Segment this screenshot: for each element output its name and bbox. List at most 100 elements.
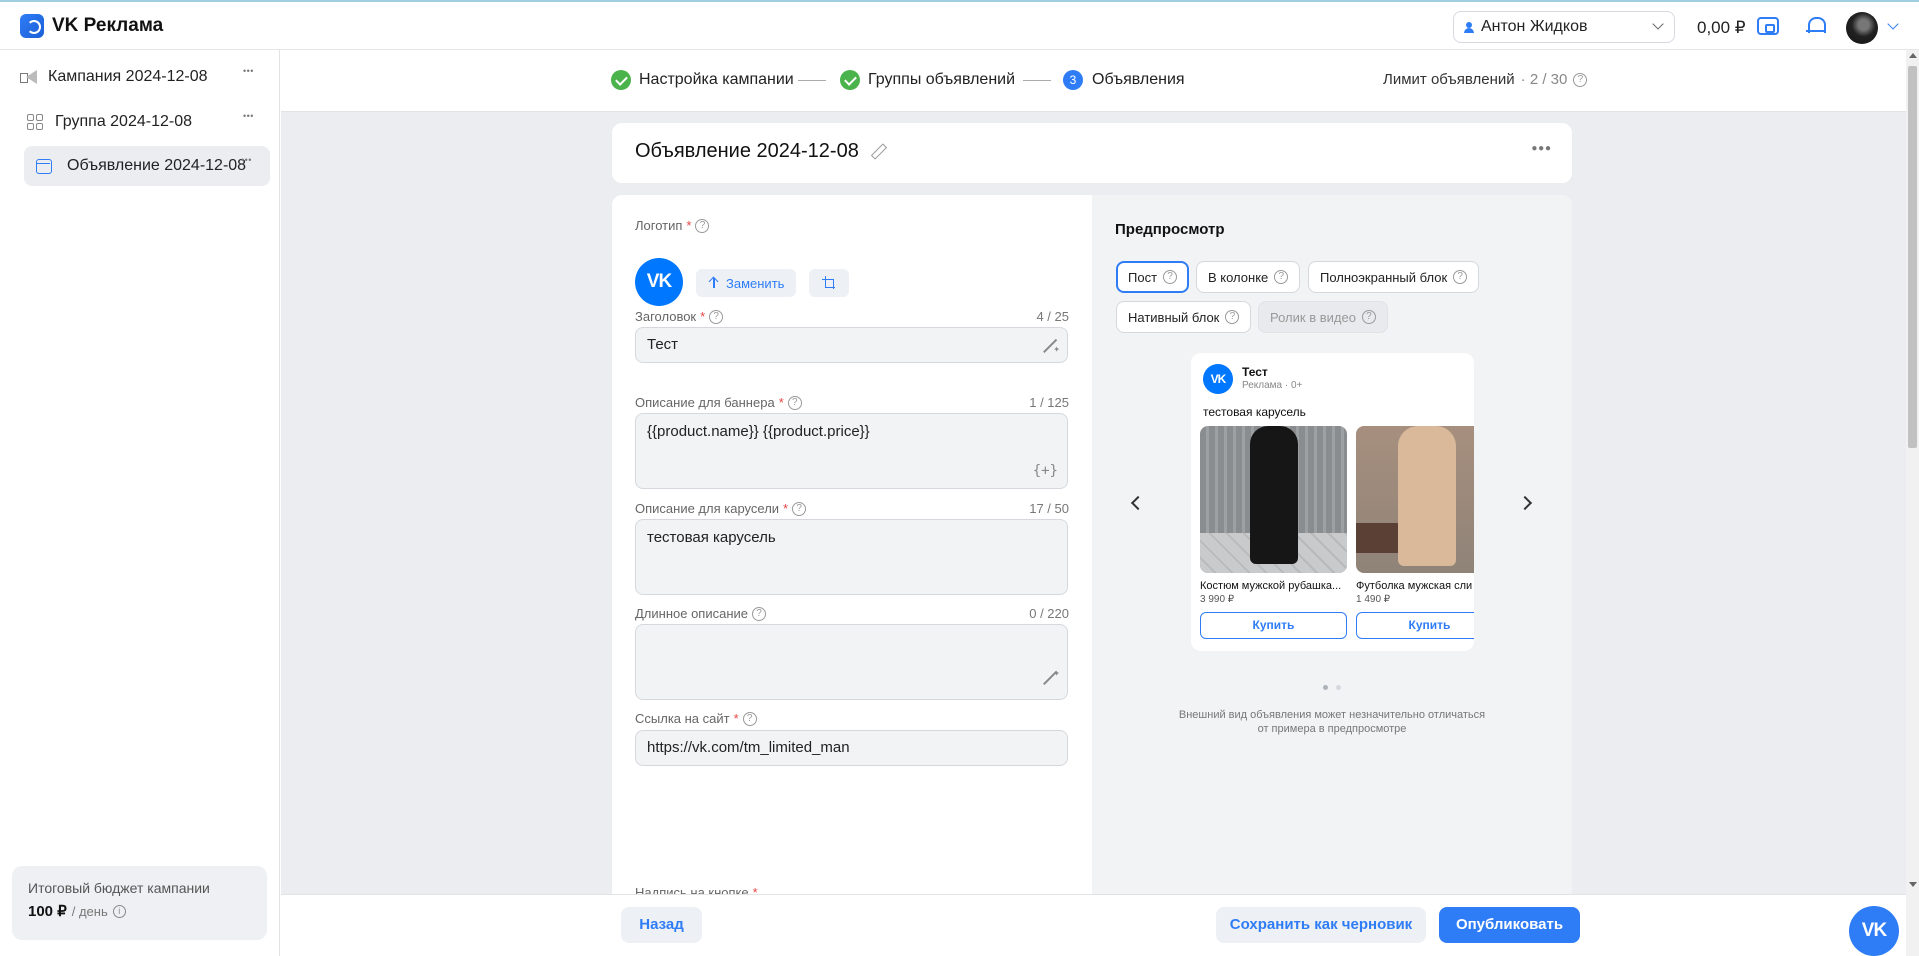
vk-help-button[interactable]: VK <box>1849 906 1899 956</box>
buy-button[interactable]: Купить <box>1200 612 1347 639</box>
step-ads[interactable]: 3 Объявления <box>1063 70 1185 90</box>
carousel-dot[interactable] <box>1323 685 1328 690</box>
preview-tab-video: Ролик в видео ? <box>1258 301 1388 333</box>
question-icon[interactable]: ? <box>695 218 710 233</box>
required-mark: * <box>686 218 692 233</box>
chevron-down-icon <box>1652 18 1664 30</box>
required-mark: * <box>783 501 789 516</box>
check-icon <box>840 70 860 90</box>
more-icon[interactable] <box>241 155 256 167</box>
step-ad-groups[interactable]: Группы объявлений <box>840 70 1015 90</box>
preview-tab-native[interactable]: Нативный блок ? <box>1116 301 1252 333</box>
question-icon[interactable]: ? <box>1274 270 1289 284</box>
more-icon[interactable] <box>243 111 258 123</box>
balance[interactable]: 0,00 ₽ <box>1697 18 1746 38</box>
main-content: Настройка кампании Группы объявлений 3 О… <box>281 50 1919 956</box>
wallet-icon[interactable] <box>1757 17 1779 35</box>
upload-icon <box>708 277 720 289</box>
carousel-dot[interactable] <box>1336 685 1341 690</box>
post-meta: Реклама · 0+ <box>1242 380 1303 391</box>
scroll-up-arrow[interactable] <box>1909 53 1917 58</box>
site-link-label: Ссылка на сайт * ? <box>635 711 757 726</box>
question-icon[interactable]: ? <box>1163 270 1178 284</box>
long-description-textarea[interactable] <box>635 624 1068 700</box>
pencil-icon[interactable] <box>870 144 885 159</box>
preview-tab-column[interactable]: В колонке ? <box>1196 261 1301 293</box>
tab-label: Нативный блок <box>1128 309 1220 325</box>
preview-tab-fullscreen[interactable]: Полноэкранный блок ? <box>1308 261 1480 293</box>
headline-value: Тест <box>647 336 679 353</box>
preview-tab-post[interactable]: Пост ? <box>1116 261 1190 293</box>
preview-title: Предпросмотр <box>1115 221 1225 238</box>
ad-title: Объявление 2024-12-08 <box>635 140 859 162</box>
buy-button[interactable]: Купить <box>1356 612 1474 639</box>
question-icon[interactable]: ? <box>1225 310 1240 324</box>
image-figure <box>1398 426 1456 566</box>
carousel-card: Костюм мужской рубашка... 3 990 ₽ Купить <box>1200 426 1347 639</box>
required-mark: * <box>700 309 706 324</box>
sidebar-item-group[interactable]: Группа 2024-12-08 <box>0 102 280 142</box>
chevron-down-icon[interactable] <box>1887 18 1899 30</box>
banner-description-label: Описание для баннера * ? <box>635 395 802 410</box>
crop-button[interactable] <box>809 269 849 297</box>
post-name: Тест <box>1242 365 1268 379</box>
check-icon <box>611 70 631 90</box>
question-icon[interactable]: ? <box>792 501 807 516</box>
question-icon[interactable]: ? <box>1573 72 1588 87</box>
chevron-right-icon[interactable] <box>1517 495 1533 511</box>
carousel-description-textarea[interactable]: тестовая карусель <box>635 519 1068 595</box>
question-icon: ? <box>1361 310 1376 324</box>
site-link-label-text: Ссылка на сайт <box>635 711 730 726</box>
carousel-description-counter: 17 / 50 <box>1029 501 1069 516</box>
sidebar-item-campaign[interactable]: Кампания 2024-12-08 <box>0 57 280 97</box>
user-icon <box>1464 22 1474 33</box>
chevron-left-icon[interactable] <box>1130 495 1146 511</box>
magic-wand-icon[interactable] <box>1040 665 1060 687</box>
replace-logo-button[interactable]: Заменить <box>696 269 797 297</box>
sidebar: Кампания 2024-12-08 Группа 2024-12-08 Об… <box>0 50 280 956</box>
scroll-thumb[interactable] <box>1908 66 1917 448</box>
back-button[interactable]: Назад <box>621 907 702 943</box>
more-icon[interactable]: ● ● ● <box>1531 143 1551 154</box>
tab-label: Ролик в видео <box>1270 309 1356 325</box>
info-icon[interactable]: i <box>112 904 126 918</box>
tab-label: Полноэкранный блок <box>1320 269 1448 285</box>
required-mark: * <box>733 711 739 726</box>
save-draft-button[interactable]: Сохранить как черновик <box>1216 907 1426 943</box>
avatar[interactable] <box>1846 12 1878 44</box>
budget-value: 100 ₽ <box>28 903 67 920</box>
sidebar-item-label: Объявление 2024-12-08 <box>67 157 247 174</box>
magic-wand-icon[interactable] <box>1040 333 1060 367</box>
question-icon[interactable]: ? <box>742 711 757 726</box>
publish-button[interactable]: Опубликовать <box>1439 907 1580 943</box>
preview-panel: Предпросмотр Пост ? В колонке ? Полноэкр… <box>1092 195 1572 905</box>
bell-icon[interactable] <box>1806 16 1826 36</box>
insert-variable-icon[interactable]: {+} <box>1033 462 1058 480</box>
banner-description-textarea[interactable]: {{product.name}} {{product.price}} {+} <box>635 413 1068 489</box>
product-image <box>1200 426 1347 573</box>
scroll-down-arrow[interactable] <box>1909 882 1917 887</box>
account-select[interactable]: Антон Жидков <box>1453 11 1675 43</box>
post-preview: VK Тест Реклама · 0+ тестовая карусель К… <box>1191 353 1474 651</box>
scrollbar[interactable] <box>1906 50 1919 956</box>
headline-input[interactable]: Тест <box>635 327 1068 367</box>
question-icon[interactable]: ? <box>787 395 802 410</box>
vk-ads-logo[interactable]: VK Реклама <box>20 14 163 38</box>
sidebar-item-ad[interactable]: Объявление 2024-12-08 <box>24 146 270 186</box>
long-description-counter: 0 / 220 <box>1029 606 1069 621</box>
step-divider <box>1023 80 1051 81</box>
campaign-budget: Итоговый бюджет кампании 100 ₽ / день i <box>12 866 267 940</box>
step-label: Группы объявлений <box>868 71 1016 88</box>
site-link-input[interactable]: https://vk.com/tm_limited_man <box>635 730 1068 766</box>
headline-label: Заголовок * ? <box>635 309 724 324</box>
step-campaign-settings[interactable]: Настройка кампании <box>611 70 794 90</box>
image-figure <box>1250 426 1298 564</box>
more-icon[interactable] <box>243 66 258 78</box>
question-icon[interactable]: ? <box>709 309 724 324</box>
carousel-description-value: тестовая карусель <box>647 529 776 546</box>
question-icon[interactable]: ? <box>1453 270 1468 284</box>
question-icon[interactable]: ? <box>752 606 767 621</box>
step-label: Настройка кампании <box>639 71 794 88</box>
ads-limit: Лимит объявлений · 2 / 30 ? <box>1383 71 1588 88</box>
banner-description-label-text: Описание для баннера <box>635 395 775 410</box>
